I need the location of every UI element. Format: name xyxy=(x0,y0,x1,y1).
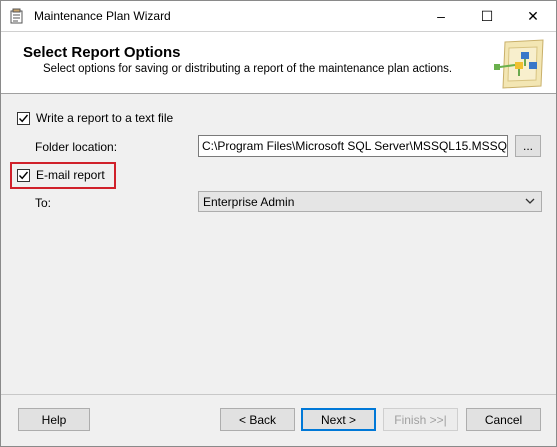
email-report-label: E-mail report xyxy=(36,168,105,182)
browse-folder-button[interactable]: ... xyxy=(515,135,541,157)
maintenance-plan-graphic-icon xyxy=(494,39,544,89)
cancel-button[interactable]: Cancel xyxy=(466,408,541,431)
finish-button[interactable]: Finish >>| xyxy=(383,408,458,431)
footer-divider xyxy=(1,394,556,395)
page-title: Select Report Options xyxy=(23,44,181,61)
page-subtitle: Select options for saving or distributin… xyxy=(43,63,453,75)
write-report-checkbox[interactable] xyxy=(17,111,30,125)
maximize-button[interactable]: ☐ xyxy=(464,1,510,31)
to-operator-select[interactable]: Enterprise Admin xyxy=(198,191,542,212)
to-label: To: xyxy=(35,196,52,210)
folder-location-input[interactable]: C:\Program Files\Microsoft SQL Server\MS… xyxy=(198,135,508,157)
folder-location-label: Folder location: xyxy=(35,140,118,154)
write-report-checkbox-row[interactable]: Write a report to a text file xyxy=(17,111,173,125)
close-button[interactable]: ✕ xyxy=(510,1,556,31)
window-title: Maintenance Plan Wizard xyxy=(34,9,171,23)
help-button[interactable]: Help xyxy=(18,408,90,431)
write-report-label: Write a report to a text file xyxy=(36,111,174,125)
checkmark-icon xyxy=(18,114,29,122)
email-report-checkbox-row[interactable]: E-mail report xyxy=(17,168,105,182)
chevron-down-icon xyxy=(525,198,535,204)
options-panel: Write a report to a text file Folder loc… xyxy=(1,95,556,395)
wizard-header: Select Report Options Select options for… xyxy=(1,31,556,94)
wizard-app-icon xyxy=(10,8,23,24)
checkmark-icon xyxy=(18,171,29,179)
minimize-button[interactable]: – xyxy=(418,1,464,31)
next-button[interactable]: Next > xyxy=(301,408,376,431)
title-bar: Maintenance Plan Wizard – ☐ ✕ xyxy=(1,1,556,31)
email-report-checkbox[interactable] xyxy=(17,168,30,182)
wizard-window: Maintenance Plan Wizard – ☐ ✕ Select Rep… xyxy=(0,0,557,447)
to-selected-value: Enterprise Admin xyxy=(203,194,295,209)
back-button[interactable]: < Back xyxy=(220,408,295,431)
